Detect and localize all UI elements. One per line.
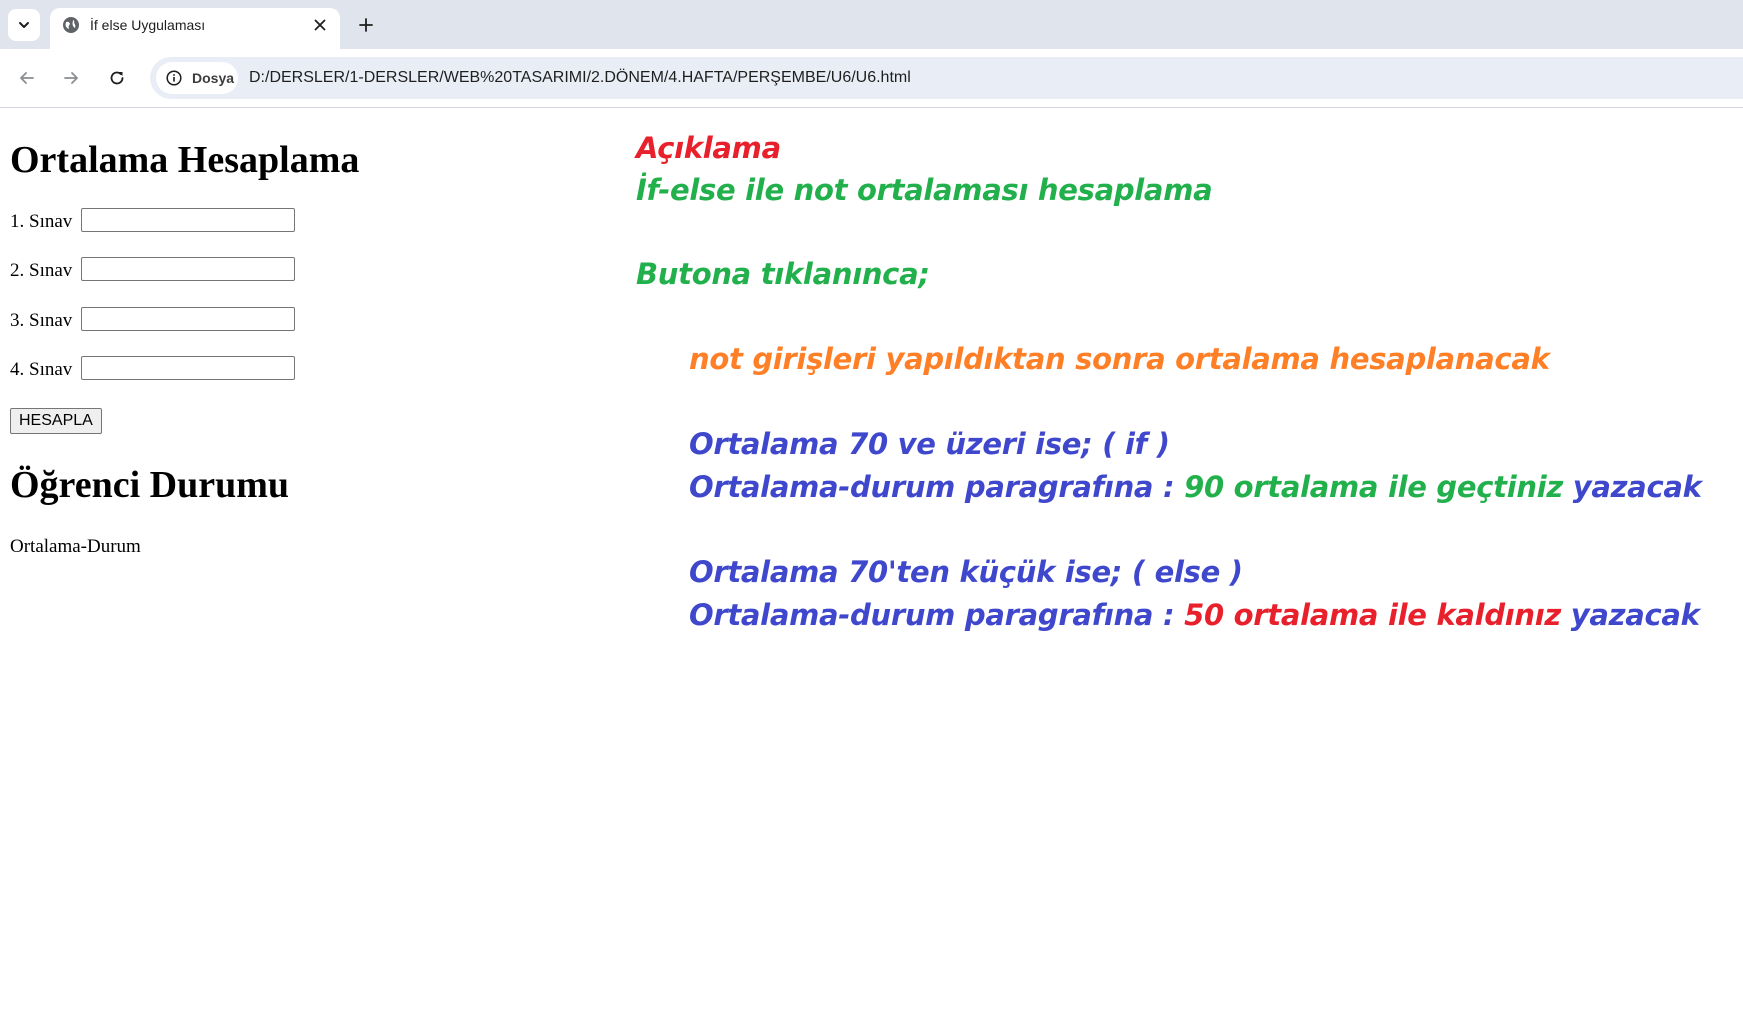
browser-toolbar: Dosya D:/DERSLER/1-DERSLER/WEB%20TASARIM… [0, 49, 1743, 108]
exam-label: 3. Sınav [10, 309, 73, 331]
if-result-suffix: yazacak [1562, 470, 1702, 504]
tab-title: İf else Uygulaması [90, 17, 206, 33]
site-info-chip[interactable]: Dosya [156, 62, 238, 94]
reload-icon [110, 71, 124, 85]
calculate-button[interactable]: HESAPLA [10, 408, 102, 434]
else-result-prefix: Ortalama-durum paragrafına : [689, 598, 1185, 632]
exam-row-4: 4. Sınav [10, 356, 295, 382]
status-title: Öğrenci Durumu [10, 464, 290, 506]
plus-icon [359, 18, 373, 32]
on-click-heading: Butona tıklanınca; [636, 257, 930, 291]
exam-4-input[interactable] [81, 356, 295, 380]
form-title: Ortalama Hesaplama [10, 139, 360, 181]
explanation-subtitle: İf-else ile not ortalaması hesaplama [636, 173, 1213, 207]
browser-tab-strip: İf else Uygulaması [0, 0, 1743, 49]
exam-row-1: 1. Sınav [10, 208, 295, 234]
url-text[interactable]: D:/DERSLER/1-DERSLER/WEB%20TASARIMI/2.DÖ… [249, 69, 911, 87]
exam-label: 1. Sınav [10, 210, 73, 232]
globe-icon [63, 17, 79, 33]
exam-row-3: 3. Sınav [10, 307, 295, 333]
forward-button[interactable] [58, 65, 84, 91]
exam-row-2: 2. Sınav [10, 257, 295, 283]
else-result-suffix: yazacak [1561, 598, 1700, 632]
step-calculate-text: not girişleri yapıldıktan sonra ortalama… [689, 342, 1550, 376]
site-chip-label: Dosya [192, 70, 235, 86]
back-button[interactable] [14, 65, 40, 91]
exam-label: 2. Sınav [10, 259, 73, 281]
new-tab-button[interactable] [354, 13, 378, 37]
tab-search-button[interactable] [8, 9, 40, 41]
page-content: Ortalama Hesaplama 1. Sınav 2. Sınav 3. … [0, 108, 1743, 1013]
reload-button[interactable] [104, 65, 130, 91]
if-result-prefix: Ortalama-durum paragrafına : [689, 470, 1185, 504]
else-condition-text: Ortalama 70'ten küçük ise; ( else ) [689, 555, 1243, 589]
exam-label: 4. Sınav [10, 358, 73, 380]
arrow-right-icon [64, 72, 78, 84]
if-result-line: Ortalama-durum paragrafına : 90 ortalama… [689, 469, 1702, 505]
fail-message: 50 ortalama ile kaldınız [1184, 598, 1561, 632]
exam-3-input[interactable] [81, 307, 295, 331]
arrow-left-icon [20, 72, 34, 84]
explanation-heading: Açıklama [636, 131, 781, 165]
status-paragraph: Ortalama-Durum [10, 536, 141, 557]
exam-1-input[interactable] [81, 208, 295, 232]
exam-2-input[interactable] [81, 257, 295, 281]
browser-tab[interactable]: İf else Uygulaması [50, 8, 340, 49]
else-result-line: Ortalama-durum paragrafına : 50 ortalama… [689, 597, 1700, 633]
info-icon [166, 70, 182, 86]
address-bar[interactable]: Dosya D:/DERSLER/1-DERSLER/WEB%20TASARIM… [150, 57, 1743, 99]
if-condition-text: Ortalama 70 ve üzeri ise; ( if ) [689, 427, 1170, 461]
pass-message: 90 ortalama ile geçtiniz [1184, 470, 1563, 504]
close-tab-icon[interactable] [310, 15, 330, 35]
chevron-down-icon [19, 22, 29, 28]
